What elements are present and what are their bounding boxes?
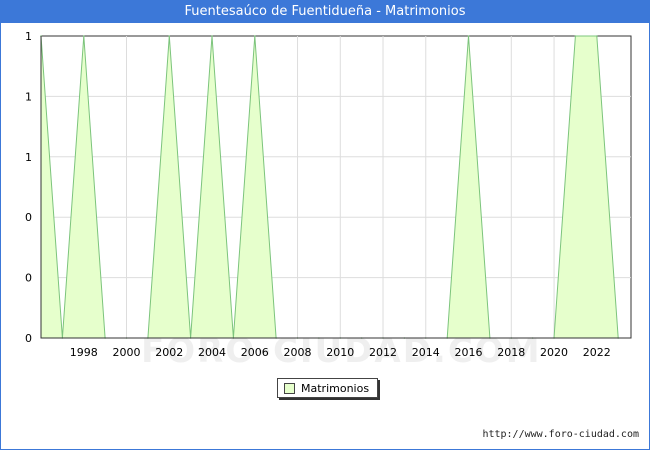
x-tick-label: 2014 bbox=[412, 346, 440, 359]
legend: Matrimonios bbox=[277, 378, 379, 398]
x-tick-label: 2002 bbox=[155, 346, 183, 359]
y-tick-label: 0 bbox=[25, 332, 32, 345]
footer-url: http://www.foro-ciudad.com bbox=[482, 429, 639, 440]
x-tick-label: 2010 bbox=[326, 346, 354, 359]
y-tick-label: 1 bbox=[25, 90, 32, 103]
data-point bbox=[595, 35, 598, 37]
x-tick-label: 2020 bbox=[540, 346, 568, 359]
data-point bbox=[82, 35, 85, 37]
legend-label: Matrimonios bbox=[301, 381, 370, 395]
x-tick-label: 2016 bbox=[455, 346, 483, 359]
data-point bbox=[574, 35, 577, 37]
data-point bbox=[168, 35, 171, 37]
plot-area bbox=[40, 35, 632, 339]
data-point bbox=[211, 35, 213, 37]
x-tick-label: 2012 bbox=[369, 346, 397, 359]
chart-frame: Fuentesaúco de Fuentidueña - Matrimonios… bbox=[0, 0, 650, 450]
x-tick-label: 2022 bbox=[583, 346, 611, 359]
x-tick-label: 2004 bbox=[198, 346, 226, 359]
y-tick-label: 0 bbox=[25, 272, 32, 285]
x-tick-label: 2006 bbox=[241, 346, 269, 359]
y-tick-label: 0 bbox=[25, 211, 32, 224]
data-point bbox=[253, 35, 256, 37]
x-tick-label: 2008 bbox=[284, 346, 312, 359]
legend-swatch bbox=[284, 382, 295, 394]
data-point bbox=[467, 35, 470, 37]
y-tick-label: 1 bbox=[25, 151, 32, 164]
x-tick-label: 1998 bbox=[70, 346, 98, 359]
x-tick-label: 2018 bbox=[497, 346, 525, 359]
x-tick-label: 2000 bbox=[113, 346, 141, 359]
y-tick-label: 1 bbox=[25, 30, 32, 43]
